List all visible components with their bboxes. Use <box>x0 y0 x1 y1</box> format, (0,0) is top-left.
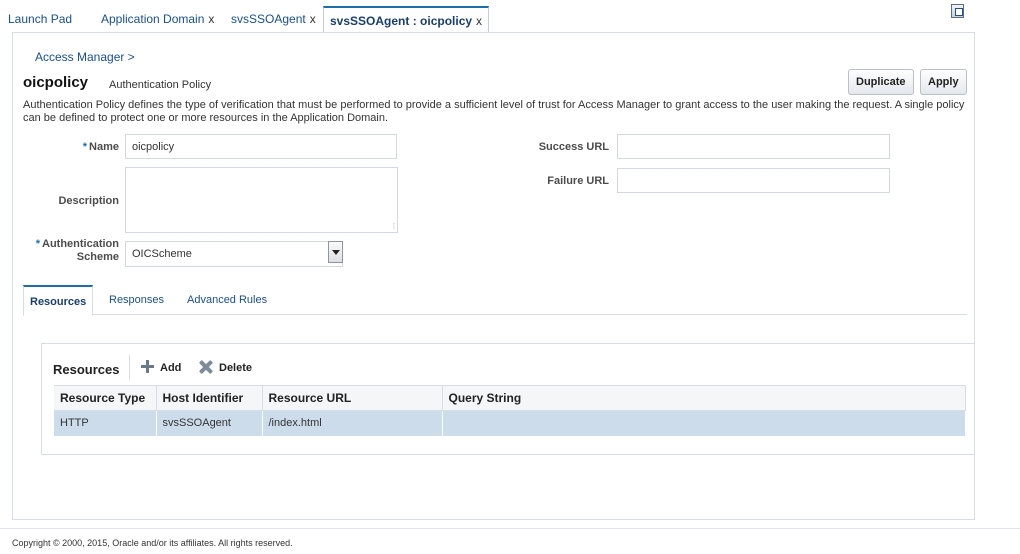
resources-title: Resources <box>53 362 120 377</box>
auth-scheme-label: * Authentication Scheme <box>35 238 119 263</box>
resources-table: Resource Type Host Identifier Resource U… <box>54 385 966 436</box>
delete-button[interactable]: Delete <box>199 360 252 374</box>
table-cell <box>442 410 966 436</box>
page-title: oicpolicy <box>23 74 89 91</box>
resources-panel: Resources Add Delete Resource Type Host … <box>41 343 975 455</box>
add-button[interactable]: Add <box>141 360 181 374</box>
chevron-down-icon[interactable] <box>328 241 343 263</box>
column-header[interactable]: Resource Type <box>54 385 157 411</box>
policy-description: Authentication Policy defines the type o… <box>23 99 965 124</box>
failure-url-label: Failure URL <box>547 175 609 187</box>
tab-bar: Launch Pad Application Domain x svsSSOAge… <box>0 0 1020 33</box>
success-url-field[interactable] <box>617 134 890 159</box>
resize-grip-icon[interactable]: ⁞ <box>393 222 395 231</box>
column-header[interactable]: Resource URL <box>262 385 443 411</box>
close-icon[interactable]: x <box>208 12 214 26</box>
description-field[interactable]: ⁞ <box>125 167 398 233</box>
close-icon[interactable]: x <box>310 12 316 26</box>
add-label: Add <box>160 362 182 374</box>
tab-svsssoagent-oicpolicy[interactable]: svsSSOAgent : oicpolicy x <box>323 6 490 33</box>
tab-label: svsSSOAgent <box>231 12 306 26</box>
page-subtitle: Authentication Policy <box>109 79 212 91</box>
success-url-label: Success URL <box>538 141 609 153</box>
table-header-row: Resource Type Host Identifier Resource U… <box>54 385 966 411</box>
delete-label: Delete <box>219 362 253 374</box>
table-cell: /index.html <box>262 410 443 436</box>
column-header[interactable]: Host Identifier <box>156 385 263 411</box>
breadcrumb[interactable]: Access Manager > <box>35 50 135 64</box>
copyright-footer: Copyright © 2000, 2015, Oracle and/or it… <box>12 538 293 548</box>
policy-subtabs: Resources Responses Advanced Rules <box>23 285 967 316</box>
delete-icon <box>199 360 213 374</box>
tab-resources[interactable]: Resources <box>23 285 94 316</box>
tab-svsssoagent[interactable]: svsSSOAgent x <box>231 8 316 32</box>
toolbar-divider <box>129 355 130 380</box>
failure-url-field[interactable] <box>617 168 890 193</box>
apply-button[interactable]: Apply <box>920 69 967 95</box>
tab-label: svsSSOAgent : oicpolicy <box>330 14 473 28</box>
close-icon[interactable]: x <box>476 14 482 28</box>
tab-application-domain[interactable]: Application Domain x <box>101 8 214 32</box>
required-marker: * <box>82 141 88 153</box>
required-marker: * <box>35 238 40 250</box>
footer-divider <box>0 528 1020 529</box>
name-field[interactable]: oicpolicy <box>125 134 397 159</box>
tab-advanced-rules[interactable]: Advanced Rules <box>187 285 267 315</box>
column-header[interactable]: Query String <box>442 385 966 411</box>
auth-scheme-value: OICScheme <box>132 248 192 260</box>
detach-window-icon[interactable] <box>951 4 964 18</box>
tab-responses[interactable]: Responses <box>109 285 164 315</box>
description-label: Description <box>58 195 119 207</box>
name-label: * Name <box>82 141 119 153</box>
tab-label: Launch Pad <box>8 12 73 26</box>
tab-label: Application Domain <box>101 12 205 26</box>
table-cell: HTTP <box>54 410 157 436</box>
duplicate-button[interactable]: Duplicate <box>848 69 914 95</box>
plus-icon <box>141 360 154 373</box>
table-cell: svsSSOAgent <box>156 410 263 436</box>
tab-launch-pad[interactable]: Launch Pad <box>8 8 72 32</box>
table-row[interactable]: HTTP svsSSOAgent /index.html <box>54 410 966 436</box>
auth-scheme-select[interactable]: OICScheme <box>125 241 343 267</box>
